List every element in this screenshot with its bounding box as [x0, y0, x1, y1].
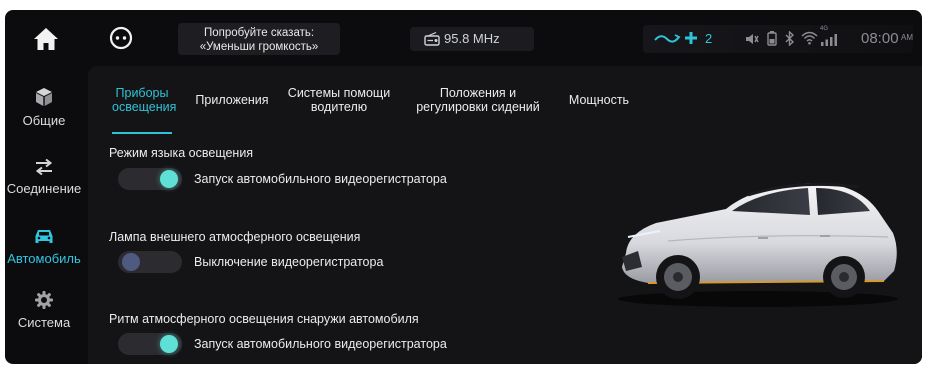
- sidebar-item-general[interactable]: Общие: [5, 87, 83, 128]
- sidebar-item-label: Система: [17, 315, 71, 330]
- tab-apps[interactable]: Приложения: [192, 93, 272, 107]
- cellular-signal-icon: [821, 34, 837, 46]
- signal-type-label: 4G: [820, 26, 829, 32]
- tab-label-line1: Системы помощи: [287, 86, 391, 100]
- sidebar-item-label: Автомобиль: [7, 251, 81, 266]
- clock-ampm: AM: [901, 33, 913, 42]
- vehicle-image: [618, 182, 898, 307]
- cube-icon: [36, 88, 52, 106]
- tab-label-line2: освещения: [112, 100, 177, 114]
- toggle-label: Выключение видеорегистратора: [194, 255, 384, 269]
- sidebar-item-vehicle[interactable]: Автомобиль: [5, 229, 83, 266]
- battery-icon: [767, 31, 777, 46]
- toggle-knob: [160, 335, 178, 353]
- home-icon: [34, 28, 58, 50]
- sidebar-item-connection[interactable]: Соединение: [5, 159, 83, 196]
- setting-title: Лампа внешнего атмосферного освещения: [109, 230, 361, 244]
- sidebar-item-label: Соединение: [6, 181, 82, 196]
- setting-title: Ритм атмосферного освещения снаружи авто…: [109, 312, 419, 326]
- tab-label-line1: Приборы: [115, 86, 169, 100]
- toggle-knob: [160, 170, 178, 188]
- volume-icon[interactable]: [745, 33, 759, 45]
- tab-label-line2: регулировки сидений: [416, 100, 540, 114]
- voice-assistant-button[interactable]: [109, 26, 133, 50]
- toggle-label: Запуск автомобильного видеорегистратора: [194, 337, 447, 351]
- assistant-icon: [109, 26, 133, 50]
- tab-power[interactable]: Мощность: [564, 93, 634, 107]
- radio-frequency: 95.8 MHz: [444, 31, 500, 46]
- plus-icon: [685, 32, 697, 44]
- clock-time: 08:00: [861, 30, 899, 47]
- voice-hint[interactable]: Попробуйте сказать: «Уменьши громкость»: [178, 23, 340, 55]
- ambient-lamp-toggle[interactable]: [118, 251, 182, 273]
- tab-lighting[interactable]: Приборы освещения: [112, 86, 177, 114]
- voice-hint-line2: «Уменьши громкость»: [199, 41, 319, 53]
- infotainment-screen: Попробуйте сказать: «Уменьши громкость» …: [5, 10, 922, 364]
- setting-title: Режим языка освещения: [109, 146, 254, 160]
- top-bar: Попробуйте сказать: «Уменьши громкость» …: [5, 10, 922, 66]
- bluetooth-icon[interactable]: [785, 31, 795, 46]
- sidebar-item-system[interactable]: Система: [5, 291, 83, 330]
- gear-icon: [35, 291, 53, 309]
- toggle-label: Запуск автомобильного видеорегистратора: [194, 172, 447, 186]
- voice-hint-line1: Попробуйте сказать:: [203, 27, 315, 39]
- tab-label-line1: Приложения: [195, 93, 269, 107]
- arrows-icon: [35, 159, 53, 175]
- wifi-icon[interactable]: [801, 31, 818, 45]
- home-button[interactable]: [31, 24, 61, 54]
- toggle-knob: [122, 253, 140, 271]
- radio-widget[interactable]: 95.8 MHz: [410, 27, 534, 51]
- link-count: 2: [705, 31, 713, 46]
- tab-label-line2: водителю: [310, 100, 368, 114]
- car-icon: [35, 230, 53, 243]
- tab-seat-adjustments[interactable]: Положения и регулировки сидений: [408, 86, 548, 114]
- active-tab-indicator: [112, 132, 172, 134]
- tab-label-line1: Положения и: [439, 86, 517, 100]
- settings-panel: Приборы освещения Приложения Системы пом…: [88, 66, 922, 364]
- tab-driver-assist[interactable]: Системы помощи водителю: [284, 86, 394, 114]
- phone-link-icon[interactable]: [653, 31, 681, 47]
- ambient-rhythm-toggle[interactable]: [118, 333, 182, 355]
- sidebar-item-label: Общие: [22, 113, 66, 128]
- radio-icon: [424, 32, 440, 46]
- tab-label-line1: Мощность: [568, 93, 630, 107]
- lighting-language-toggle[interactable]: [118, 168, 182, 190]
